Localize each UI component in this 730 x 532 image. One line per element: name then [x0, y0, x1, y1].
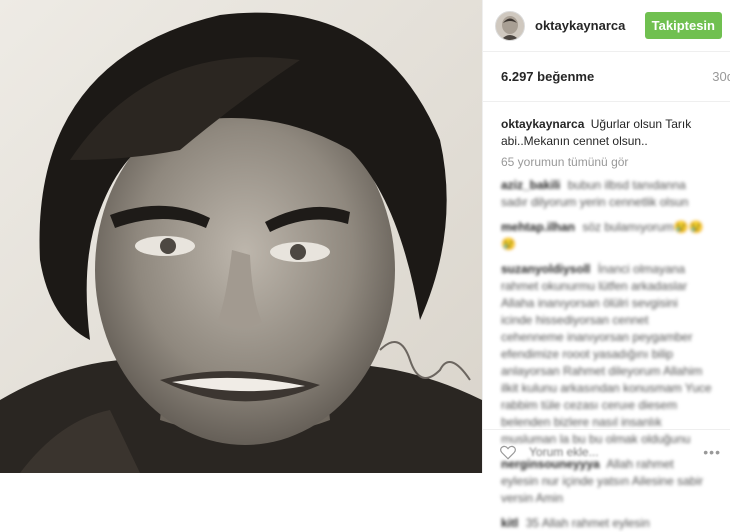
- avatar-image: [496, 11, 524, 40]
- comment-item: mehtap.ilhan söz bulamıyorum😢😢😢: [501, 219, 712, 253]
- following-button[interactable]: Takiptesin: [644, 12, 722, 39]
- post-details-panel: oktaykaynarca Takiptesin 6.297 beğenme 3…: [482, 0, 730, 530]
- post-photo[interactable]: [0, 0, 482, 473]
- caption: oktaykaynarca Uğurlar olsun Tarık abi..M…: [501, 116, 712, 150]
- comment-text: 35 Allah rahmet eylesin: [525, 516, 650, 530]
- likes-count[interactable]: 6.297 beğenme: [501, 69, 594, 84]
- comment-username[interactable]: mehtap.ilhan: [501, 220, 575, 234]
- post-time[interactable]: 30d: [712, 69, 730, 84]
- post-header: oktaykaynarca Takiptesin: [483, 0, 730, 52]
- post-stats: 6.297 beğenme 30d: [483, 52, 730, 102]
- comment-username[interactable]: aziz_bakili: [501, 178, 560, 192]
- more-options-icon[interactable]: •••: [703, 444, 721, 460]
- avatar[interactable]: [495, 10, 525, 41]
- comment-item: suzanyoldiysoll İnanci olmayana rahmet o…: [501, 261, 712, 448]
- comment-item: kitl 35 Allah rahmet eylesin: [501, 515, 712, 532]
- comment-username[interactable]: suzanyoldiysoll: [501, 262, 590, 276]
- comment-item: aziz_bakili bubun ilbsd tanıdanna sadır …: [501, 177, 712, 211]
- comment-text: İnanci olmayana rahmet okunurmu lütfen a…: [501, 262, 712, 446]
- portrait-image: [0, 0, 482, 473]
- heart-icon[interactable]: [499, 443, 517, 461]
- view-all-comments-link[interactable]: 65 yorumun tümünü gör: [501, 154, 712, 171]
- caption-username[interactable]: oktaykaynarca: [501, 117, 584, 131]
- comment-username[interactable]: kitl: [501, 516, 518, 530]
- add-comment-input[interactable]: [527, 443, 704, 460]
- comment-footer: •••: [483, 429, 730, 473]
- header-username[interactable]: oktaykaynarca: [535, 18, 645, 33]
